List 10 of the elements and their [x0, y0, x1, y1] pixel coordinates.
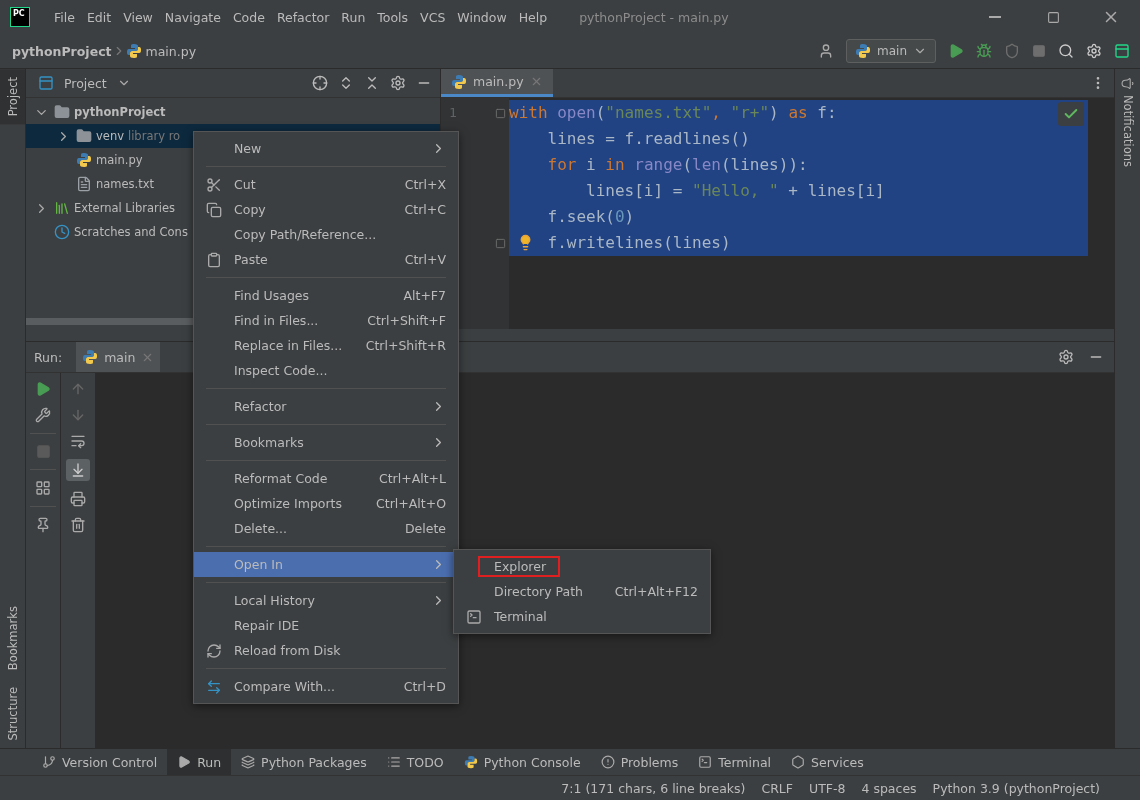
tree-label: pythonProject — [74, 105, 166, 119]
tree-label: main.py — [96, 153, 143, 167]
tree-label: venv — [96, 129, 124, 143]
tree-label: External Libraries — [74, 201, 176, 215]
window-title: pythonProject - main.py — [579, 9, 730, 25]
tree-hint: library ro — [128, 129, 181, 143]
tree-label: Scratches and Cons — [74, 225, 188, 239]
tree-label: names.txt — [96, 177, 155, 191]
panel-title: Run: — [34, 349, 63, 365]
app-logo: PC — [10, 7, 30, 27]
